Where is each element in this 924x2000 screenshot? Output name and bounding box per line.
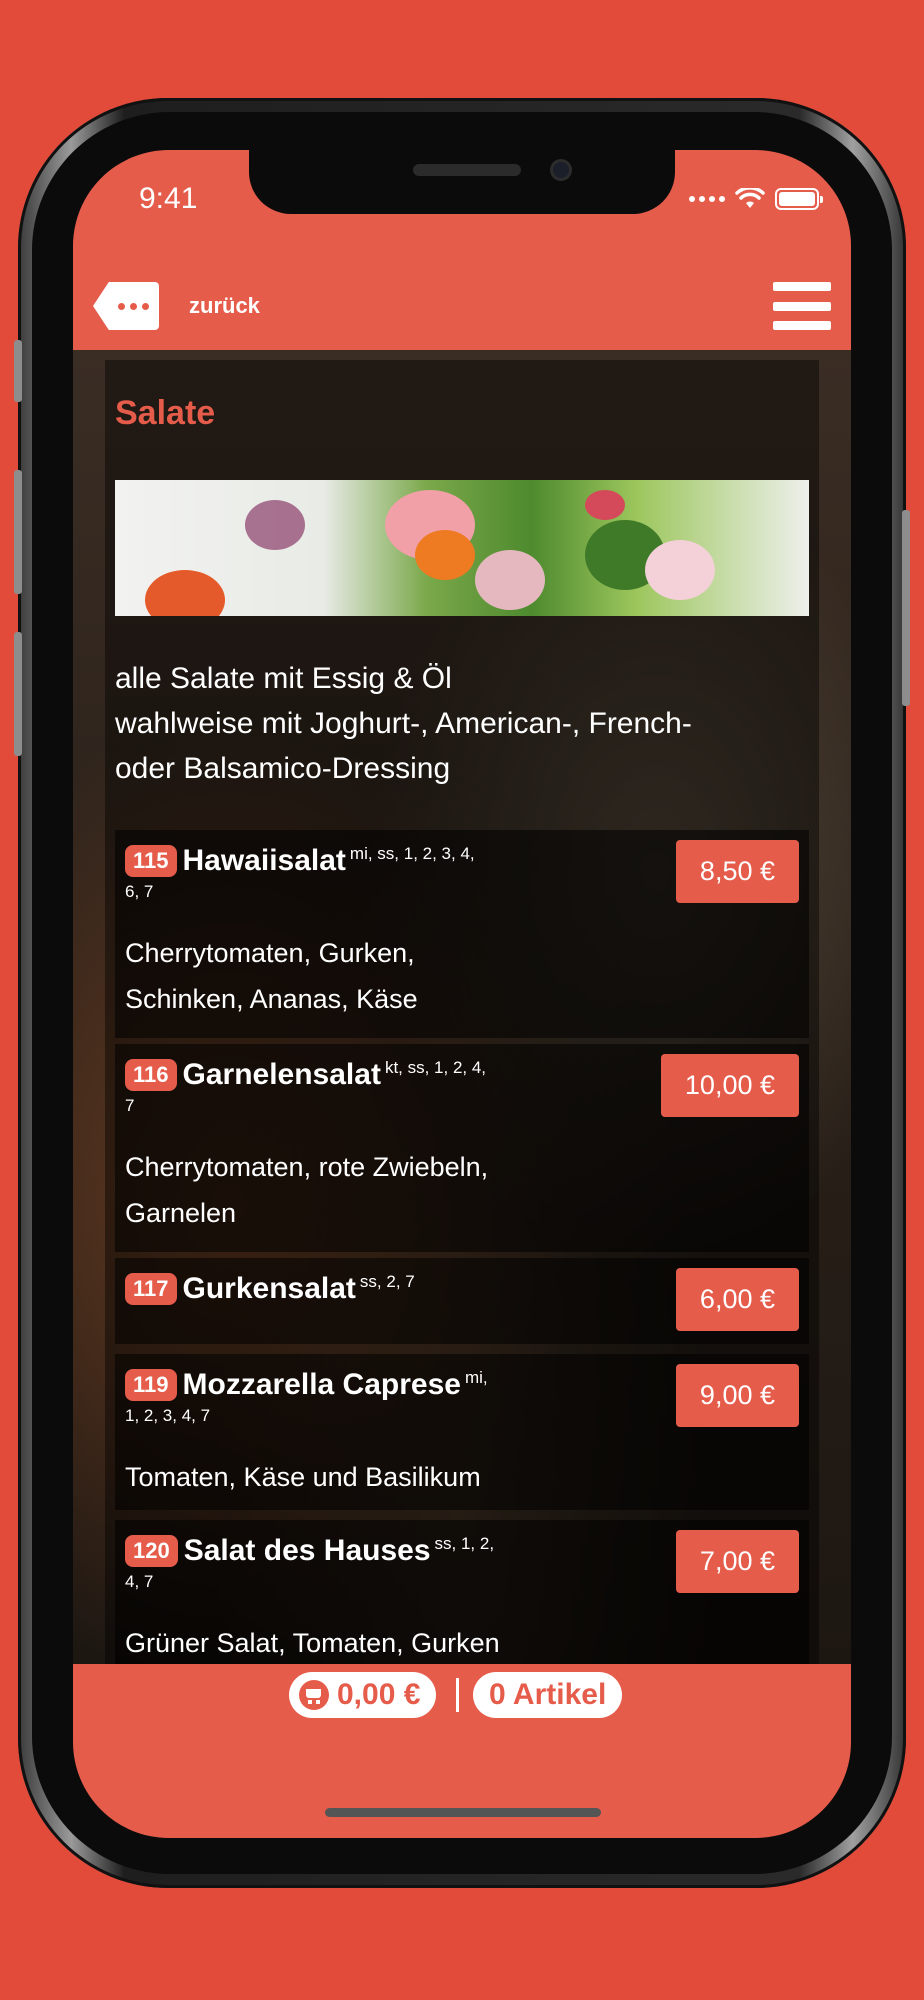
item-allergens-cont: 1, 2, 3, 4, 7 xyxy=(125,1406,211,1426)
category-intro: alle Salate mit Essig & Öl wahlweise mit… xyxy=(115,656,775,791)
item-allergens: ss, 1, 2, xyxy=(434,1534,495,1553)
status-icons xyxy=(689,188,823,210)
price-button[interactable]: 8,50 € xyxy=(675,840,799,903)
item-heading: 116 Garnelensalat kt, ss, 1, 2, 4, 7 xyxy=(125,1058,555,1116)
item-allergens-cont: 6, 7 xyxy=(125,882,154,902)
item-allergens: mi, ss, 1, 2, 3, 4, xyxy=(349,844,475,863)
app-header: zurück xyxy=(73,260,851,350)
hamburger-menu-icon[interactable] xyxy=(773,282,831,330)
item-name: Gurkensalat xyxy=(182,1272,356,1306)
menu-item-115[interactable]: 115 Hawaiisalat mi, ss, 1, 2, 3, 4, 6, 7 C… xyxy=(115,830,809,1038)
desc-line: Garnelen xyxy=(125,1198,237,1228)
category-title: Salate xyxy=(115,394,216,432)
cellular-signal-icon xyxy=(689,196,725,202)
front-camera xyxy=(550,159,572,181)
menu-item-117[interactable]: 117 Gurkensalat ss, 2, 7 6,00 € xyxy=(115,1258,809,1344)
phone-volume-up xyxy=(14,470,22,594)
item-description: Grüner Salat, Tomaten, Gurken xyxy=(125,1620,500,1664)
intro-line: wahlweise mit Joghurt-, American-, Frenc… xyxy=(115,707,692,740)
speaker-grille xyxy=(413,164,521,176)
desc-line: Tomaten, Käse und Basilikum xyxy=(125,1462,481,1492)
item-allergens: kt, ss, 1, 2, 4, xyxy=(384,1058,487,1077)
cart-total-button[interactable]: 0,00 € xyxy=(289,1672,437,1718)
battery-icon xyxy=(775,188,823,210)
shopping-cart-icon xyxy=(299,1680,329,1710)
menu-content[interactable]: Salate alle Salate mit Essig & Öl wahlwe… xyxy=(73,350,851,1664)
item-allergens: mi, xyxy=(464,1368,488,1387)
price-button[interactable]: 7,00 € xyxy=(675,1530,799,1593)
price-button[interactable]: 6,00 € xyxy=(675,1268,799,1331)
desc-line: Grüner Salat, Tomaten, Gurken xyxy=(125,1628,500,1658)
item-number-badge: 120 xyxy=(125,1535,178,1568)
phone-power-button xyxy=(902,510,910,706)
intro-line: alle Salate mit Essig & Öl xyxy=(115,662,452,695)
item-name: Garnelensalat xyxy=(182,1058,381,1092)
item-heading: 119 Mozzarella Caprese mi, 1, 2, 3, 4, 7 xyxy=(125,1368,555,1426)
status-bar: 9:41 xyxy=(73,150,851,260)
cart-bar: 0,00 € 0 Artikel xyxy=(73,1664,851,1838)
item-name: Hawaiisalat xyxy=(182,844,346,878)
item-name: Salat des Hauses xyxy=(183,1534,431,1568)
wifi-icon xyxy=(735,188,765,208)
item-number-badge: 117 xyxy=(125,1273,177,1306)
desc-line: Cherrytomaten, rote Zwiebeln, xyxy=(125,1152,489,1182)
desc-line: Cherrytomaten, Gurken, xyxy=(125,938,415,968)
cart-total-amount: 0,00 € xyxy=(337,1678,421,1711)
item-heading: 115 Hawaiisalat mi, ss, 1, 2, 3, 4, 6, 7 xyxy=(125,844,555,902)
item-number-badge: 115 xyxy=(125,845,177,878)
salad-banner-image xyxy=(115,480,809,616)
item-allergens-cont: 7 xyxy=(125,1096,135,1116)
back-label: zurück xyxy=(189,293,260,318)
item-heading: 117 Gurkensalat ss, 2, 7 xyxy=(125,1272,555,1306)
intro-line: oder Balsamico-Dressing xyxy=(115,752,451,785)
menu-item-119[interactable]: 119 Mozzarella Caprese mi, 1, 2, 3, 4, 7 T… xyxy=(115,1354,809,1510)
item-heading: 120 Salat des Hauses ss, 1, 2, 4, 7 xyxy=(125,1534,555,1592)
desc-line: Schinken, Ananas, Käse xyxy=(125,984,418,1014)
item-description: Cherrytomaten, rote Zwiebeln, Garnelen xyxy=(125,1144,488,1236)
item-allergens-cont: 4, 7 xyxy=(125,1572,154,1592)
home-indicator[interactable] xyxy=(325,1808,601,1817)
item-number-badge: 116 xyxy=(125,1059,177,1092)
price-button[interactable]: 9,00 € xyxy=(675,1364,799,1427)
price-button[interactable]: 10,00 € xyxy=(660,1054,799,1117)
cart-item-count[interactable]: 0 Artikel xyxy=(473,1672,623,1718)
item-description: Cherrytomaten, Gurken, Schinken, Ananas,… xyxy=(125,930,418,1022)
item-allergens: ss, 2, 7 xyxy=(359,1272,415,1291)
cart-divider xyxy=(456,1678,459,1712)
phone-silent-switch xyxy=(14,340,22,402)
item-description: Tomaten, Käse und Basilikum xyxy=(125,1454,481,1500)
back-tag-icon xyxy=(93,282,159,330)
menu-item-116[interactable]: 116 Garnelensalat kt, ss, 1, 2, 4, 7 Cherr… xyxy=(115,1044,809,1252)
status-time: 9:41 xyxy=(139,182,198,215)
menu-item-120[interactable]: 120 Salat des Hauses ss, 1, 2, 4, 7 Grüner… xyxy=(115,1520,809,1664)
back-button[interactable]: zurück xyxy=(93,282,260,330)
phone-volume-down xyxy=(14,632,22,756)
notch xyxy=(249,150,675,214)
item-name: Mozzarella Caprese xyxy=(182,1368,461,1402)
item-number-badge: 119 xyxy=(125,1369,177,1402)
app-screen: 9:41 zurück Salate alle Salate mit Essig… xyxy=(73,150,851,1838)
category-panel: Salate alle Salate mit Essig & Öl wahlwe… xyxy=(105,360,819,1664)
